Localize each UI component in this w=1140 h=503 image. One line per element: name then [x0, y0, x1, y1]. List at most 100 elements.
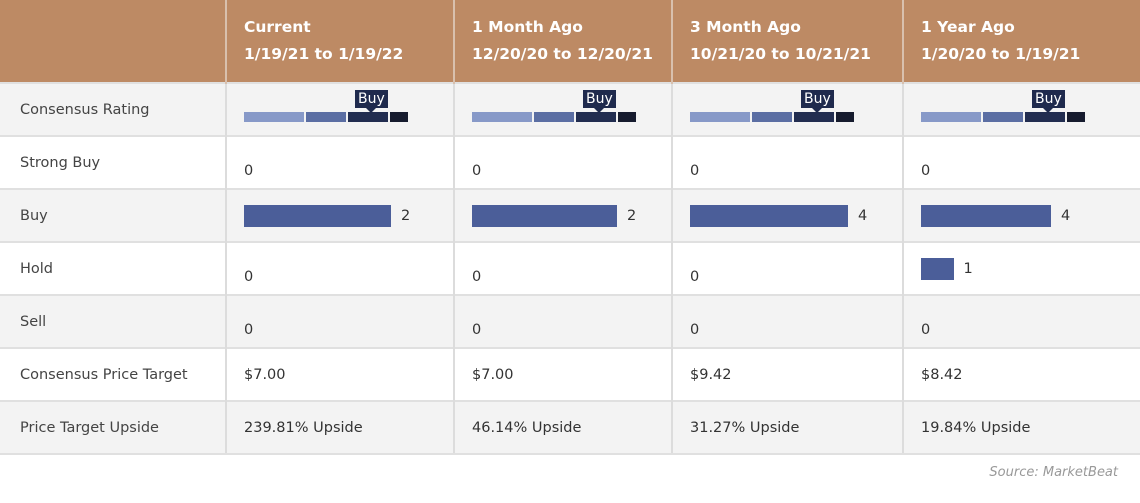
count-cell: 2 [454, 188, 673, 242]
count-cell: 0 [672, 294, 904, 348]
rating-segment [244, 111, 304, 122]
rating-segment [1025, 111, 1065, 122]
count-bar [921, 257, 954, 280]
count-cell: 4 [903, 188, 1140, 242]
value-cell: $7.00 [454, 347, 673, 401]
table-row-hold: Hold 0 0 0 1 [0, 241, 1140, 295]
upside-value: 46.14% Upside [472, 419, 582, 436]
price-target-value: $7.00 [472, 366, 514, 383]
row-label: Price Target Upside [0, 400, 227, 455]
column-title: 3 Month Ago [690, 18, 801, 36]
value-cell: $9.42 [672, 347, 904, 401]
count-value: 2 [627, 207, 637, 224]
column-header: 3 Month Ago 10/21/20 to 10/21/21 [672, 0, 904, 83]
row-label: Hold [0, 241, 227, 295]
count-bar [472, 204, 617, 227]
column-header: 1 Year Ago 1/20/20 to 1/19/21 [903, 0, 1140, 83]
count-cell: 0 [226, 294, 455, 348]
count-cell: 0 [454, 241, 673, 295]
upside-value: 239.81% Upside [244, 419, 363, 436]
count-value: 0 [244, 321, 254, 338]
rating-segment [794, 111, 834, 122]
price-target-value: $7.00 [244, 366, 286, 383]
column-header: Current 1/19/21 to 1/19/22 [226, 0, 455, 83]
consensus-label: Buy [355, 89, 388, 113]
count-cell: 0 [903, 135, 1140, 189]
count-value: 4 [1061, 207, 1071, 224]
table-row-sell: Sell 0 0 0 0 [0, 294, 1140, 348]
consensus-label: Buy [1032, 89, 1065, 113]
rating-segment [836, 111, 854, 122]
column-header: 1 Month Ago 12/20/20 to 12/20/21 [454, 0, 673, 83]
column-range: 12/20/20 to 12/20/21 [472, 45, 653, 63]
table-row-upside: Price Target Upside 239.81% Upside 46.14% … [0, 400, 1140, 455]
rating-segment [348, 111, 388, 122]
value-cell: 46.14% Upside [454, 400, 673, 455]
rating-segment [306, 111, 346, 122]
rating-segment [921, 111, 981, 122]
ratings-table-figure: Current 1/19/21 to 1/19/22 1 Month Ago 12/2… [0, 0, 1140, 503]
rating-segment [752, 111, 792, 122]
count-value: 0 [921, 162, 931, 179]
value-cell: $7.00 [226, 347, 455, 401]
price-target-value: $8.42 [921, 366, 963, 383]
header-corner [0, 0, 227, 83]
count-bar [921, 204, 1051, 227]
table-row-consensus: Consensus Rating Buy Buy Buy Buy [0, 82, 1140, 136]
count-value: 2 [401, 207, 411, 224]
count-cell: 0 [454, 135, 673, 189]
rating-segment [390, 111, 408, 122]
column-range: 1/20/20 to 1/19/21 [921, 45, 1081, 63]
count-value: 4 [858, 207, 868, 224]
count-value: 0 [244, 268, 254, 285]
row-label: Strong Buy [0, 135, 227, 189]
count-bar [244, 204, 391, 227]
rating-segment [690, 111, 750, 122]
count-value: 0 [921, 321, 931, 338]
table-row-strong-buy: Strong Buy 0 0 0 0 [0, 135, 1140, 189]
consensus-cell: Buy [903, 82, 1140, 136]
consensus-label: Buy [583, 89, 616, 113]
count-value: 0 [472, 268, 482, 285]
table-row-buy: Buy 2 2 4 4 [0, 188, 1140, 242]
rating-segment [1067, 111, 1085, 122]
source-note: Source: MarketBeat [989, 465, 1118, 480]
rating-segment [472, 111, 532, 122]
column-title: 1 Month Ago [472, 18, 583, 36]
consensus-cell: Buy [226, 82, 455, 136]
count-cell: 0 [454, 294, 673, 348]
row-label: Buy [0, 188, 227, 242]
rating-segment [618, 111, 636, 122]
row-label: Sell [0, 294, 227, 348]
row-label: Consensus Rating [0, 82, 227, 136]
consensus-cell: Buy [672, 82, 904, 136]
upside-value: 31.27% Upside [690, 419, 800, 436]
count-cell: 0 [672, 241, 904, 295]
count-value: 0 [472, 162, 482, 179]
value-cell: 239.81% Upside [226, 400, 455, 455]
count-value: 0 [690, 162, 700, 179]
rating-segment [983, 111, 1023, 122]
value-cell: 31.27% Upside [672, 400, 904, 455]
count-cell: 0 [903, 294, 1140, 348]
column-range: 1/19/21 to 1/19/22 [244, 45, 404, 63]
count-cell: 0 [226, 241, 455, 295]
count-cell: 1 [903, 241, 1140, 295]
column-title: Current [244, 18, 311, 36]
count-cell: 0 [672, 135, 904, 189]
count-cell: 4 [672, 188, 904, 242]
ratings-table: Current 1/19/21 to 1/19/22 1 Month Ago 12/2… [0, 0, 1140, 455]
count-cell: 2 [226, 188, 455, 242]
value-cell: $8.42 [903, 347, 1140, 401]
count-value: 0 [472, 321, 482, 338]
count-value: 0 [690, 321, 700, 338]
consensus-cell: Buy [454, 82, 673, 136]
count-value: 0 [690, 268, 700, 285]
value-cell: 19.84% Upside [903, 400, 1140, 455]
count-cell: 0 [226, 135, 455, 189]
column-range: 10/21/20 to 10/21/21 [690, 45, 871, 63]
row-label: Consensus Price Target [0, 347, 227, 401]
consensus-label: Buy [801, 89, 834, 113]
price-target-value: $9.42 [690, 366, 732, 383]
count-bar [690, 204, 848, 227]
